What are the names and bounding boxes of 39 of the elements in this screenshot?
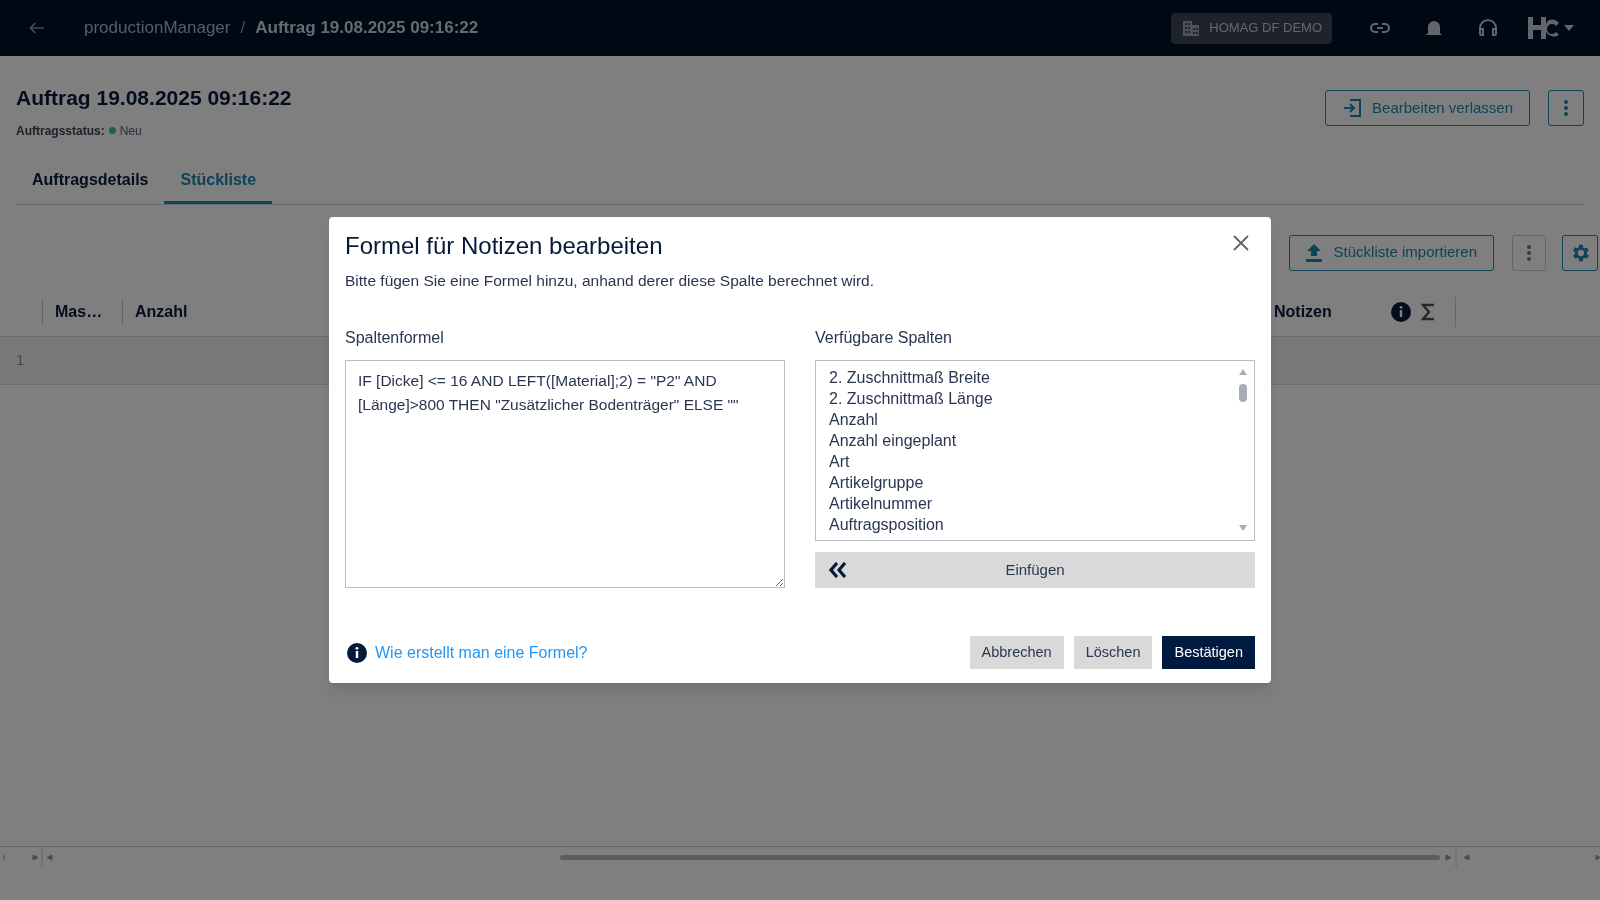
more-options-icon[interactable] xyxy=(1548,90,1584,126)
dialog-description: Bitte fügen Sie eine Formel hinzu, anhand derer diese Spalte berechnet wird. xyxy=(345,271,876,291)
building-icon xyxy=(1181,18,1202,38)
list-item[interactable]: Artikelgruppe xyxy=(829,472,1254,494)
column-list[interactable]: 2. Zuschnittmaß Breite 2. Zuschnittmaß Länge Anzahl Anzahl eingeplant Art Artikelgruppe Artikelnummer Auftragsposition xyxy=(815,360,1255,542)
caret-icon xyxy=(1564,25,1574,31)
list-item[interactable]: 2. Zuschnittmaß Breite xyxy=(829,367,1254,389)
list-item[interactable]: Artikelnummer xyxy=(829,493,1254,515)
list-item[interactable]: 2. Zuschnittmaß Länge xyxy=(829,388,1254,410)
more-options-icon[interactable] xyxy=(1512,234,1546,271)
list-item[interactable]: Anzahl xyxy=(829,409,1254,431)
formula-field[interactable]: IF [Dicke] <= 16 AND LEFT([Material];2) = "P2" AND [Länge]>800 THEN "Zusätzlicher Bodenträger" ELSE "" xyxy=(345,360,785,589)
info-icon[interactable] xyxy=(1391,301,1411,322)
dialog-title: Formel für Notizen bearbeiten xyxy=(345,231,663,261)
double-chevron-left-icon xyxy=(829,562,847,579)
breadcrumb-separator: / xyxy=(240,17,246,40)
list-item[interactable]: Anzahl eingeplant xyxy=(829,430,1254,452)
column-header[interactable]: Mas… xyxy=(42,298,122,325)
status-label: Auftragsstatus: xyxy=(16,122,105,140)
insert-button[interactable]: Einfügen xyxy=(815,552,1255,589)
info-icon xyxy=(347,642,367,663)
user-menu-button[interactable] xyxy=(1528,17,1574,39)
logo-icon xyxy=(1528,17,1560,39)
list-item[interactable]: Art xyxy=(829,451,1254,473)
upload-icon xyxy=(1305,243,1322,262)
field-label: Spaltenformel xyxy=(345,328,445,349)
status-value: Neu xyxy=(119,122,142,140)
dialog-button[interactable]: Löschen xyxy=(1073,636,1153,670)
dialog-button[interactable]: Bestätigen xyxy=(1162,636,1255,670)
exit-icon xyxy=(1342,98,1363,118)
sum-icon[interactable] xyxy=(1421,302,1435,321)
dialog-button[interactable]: Abbrechen xyxy=(969,636,1064,670)
column-header[interactable]: Anzahl xyxy=(122,298,322,325)
tab[interactable]: Auftragsdetails xyxy=(16,159,165,204)
field-label: Verfügbare Spalten xyxy=(815,328,953,349)
list-item[interactable]: Auftragsposition xyxy=(829,514,1254,536)
breadcrumb-item: Auftrag 19.08.2025 09:16:22 xyxy=(255,17,479,40)
page-title: Auftrag 19.08.2025 09:16:22 xyxy=(16,85,292,111)
settings-icon[interactable] xyxy=(1562,234,1598,271)
